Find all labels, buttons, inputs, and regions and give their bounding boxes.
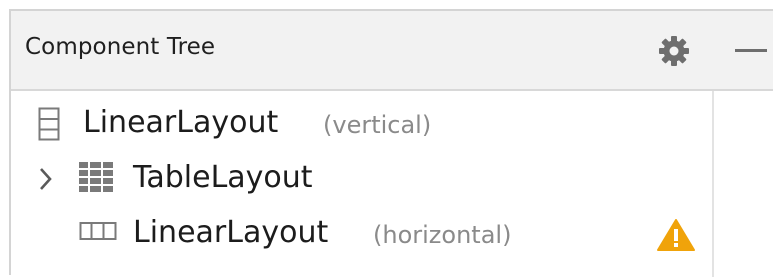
linear-layout-horizontal-icon [79, 222, 117, 240]
tree-item-hint: (vertical) [323, 111, 432, 139]
linear-layout-vertical-icon [38, 107, 60, 141]
tree-item-label: TableLayout [133, 160, 313, 195]
warning-icon[interactable] [656, 218, 696, 252]
panel-divider [712, 91, 714, 277]
panel-title: Component Tree [25, 34, 216, 60]
panel-header: Component Tree [11, 11, 773, 91]
tree-item-label: LinearLayout [133, 215, 329, 250]
chevron-right-icon[interactable] [38, 166, 54, 192]
gear-icon[interactable] [656, 33, 692, 69]
tree-item-linear-layout-horizontal[interactable]: LinearLayout (horizontal) [11, 205, 711, 259]
table-layout-icon [79, 162, 113, 192]
tree-item-linear-layout-vertical[interactable]: LinearLayout (vertical) [11, 95, 711, 149]
tree-item-label: LinearLayout [83, 105, 279, 140]
minimize-icon[interactable] [729, 33, 769, 69]
component-tree-panel: Component Tree LinearLayout (vertical) T… [9, 9, 773, 277]
tree-item-table-layout[interactable]: TableLayout [11, 150, 711, 204]
tree-item-hint: (horizontal) [373, 221, 512, 249]
